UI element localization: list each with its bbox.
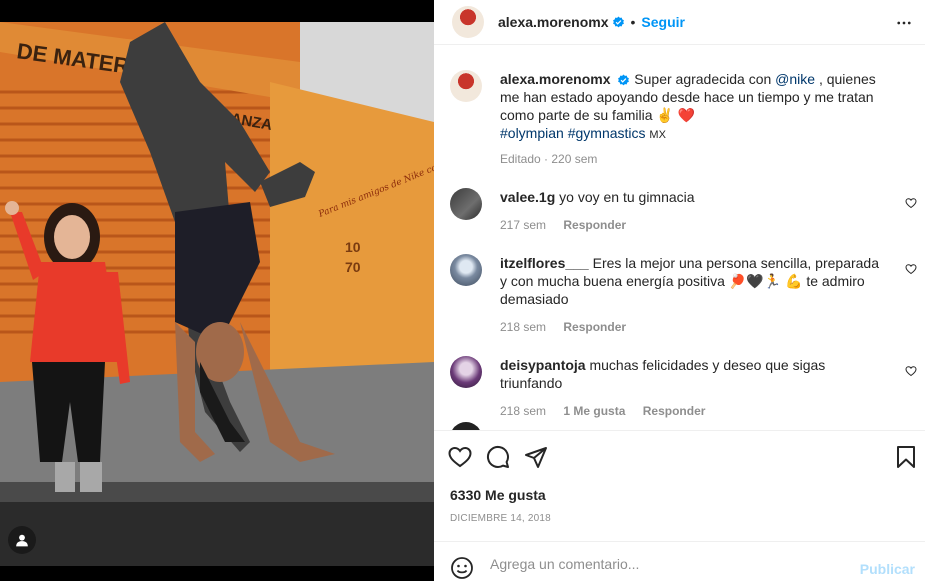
publish-button[interactable]: Publicar — [860, 561, 915, 577]
caption-meta: Editado · 220 sem — [500, 152, 884, 166]
caption-meta-text: Editado · 220 sem — [500, 152, 598, 166]
bookmark-icon[interactable] — [895, 445, 917, 469]
heart-icon[interactable] — [448, 445, 472, 469]
reply-button[interactable]: Responder — [643, 404, 706, 418]
commenter-username[interactable]: itzelflores___ — [500, 255, 589, 271]
comment-age: 217 sem — [500, 218, 547, 232]
commenter-username[interactable]: valee.1g — [500, 189, 555, 205]
post-viewer: 10 70 Para mis amigos de Nike con mucho … — [0, 0, 925, 581]
caption-username[interactable]: alexa.morenomx — [500, 71, 611, 87]
header-separator: • — [630, 14, 636, 30]
post-panel: alexa.morenomx • Seguir alexa.morenomx S… — [434, 0, 925, 581]
commenter-avatar[interactable] — [450, 356, 482, 388]
post-caption: alexa.morenomx Super agradecida con @nik… — [450, 70, 910, 166]
comment-item: deisypantoja muchas felicidades y deseo … — [450, 356, 910, 418]
author-info: alexa.morenomx • Seguir — [498, 14, 685, 30]
hashtags[interactable]: #olympian #gymnastics — [500, 125, 646, 141]
verified-icon — [612, 16, 624, 27]
emoji-icon[interactable] — [450, 556, 474, 580]
comment-likes-count[interactable]: 1 Me gusta — [563, 404, 625, 418]
comment-item: itzelflores___ Eres la mejor una persona… — [450, 254, 910, 334]
commenter-avatar[interactable] — [450, 254, 482, 286]
caption-avatar[interactable] — [450, 70, 482, 102]
commenter-avatar[interactable] — [450, 188, 482, 220]
caption-body-pre: Super agradecida con — [634, 71, 776, 87]
comment-meta: 217 sem Responder — [500, 218, 884, 232]
comment-like-icon[interactable] — [905, 263, 917, 275]
post-photo[interactable]: 10 70 Para mis amigos de Nike con mucho … — [0, 22, 434, 566]
commenter-username[interactable]: deisypantoja — [500, 357, 586, 373]
reply-button[interactable]: Responder — [563, 218, 626, 232]
comment-text: deisypantoja muchas felicidades y deseo … — [500, 356, 884, 392]
caption-text: alexa.morenomx Super agradecida con @nik… — [500, 70, 884, 144]
post-date: DICIEMBRE 14, 2018 — [450, 513, 551, 524]
commenter-avatar[interactable] — [450, 422, 482, 430]
follow-button[interactable]: Seguir — [641, 14, 685, 30]
svg-text:10: 10 — [345, 239, 361, 255]
reply-button[interactable]: Responder — [563, 320, 626, 334]
comment-composer: Publicar — [434, 541, 925, 581]
more-icon[interactable] — [895, 14, 913, 32]
user-tag-icon — [16, 534, 28, 547]
svg-text:70: 70 — [345, 259, 361, 275]
comment-meta: 218 sem 1 Me gusta Responder — [500, 404, 884, 418]
verified-icon — [618, 74, 630, 86]
share-icon[interactable] — [524, 445, 548, 469]
comment-meta: 218 sem Responder — [500, 320, 884, 334]
comment-icon[interactable] — [486, 445, 510, 469]
post-actions: 6330 Me gusta DICIEMBRE 14, 2018 — [434, 430, 925, 541]
comment-text: itzelflores___ Eres la mejor una persona… — [500, 254, 884, 308]
likes-count[interactable]: 6330 Me gusta — [450, 487, 546, 503]
comment-body: yo voy en tu gimnacia — [559, 189, 695, 205]
post-header: alexa.morenomx • Seguir — [434, 0, 925, 45]
location-tag: MX — [649, 129, 666, 141]
mention-link[interactable]: @nike — [775, 71, 815, 87]
comment-age: 218 sem — [500, 320, 547, 334]
photo-illustration: 10 70 Para mis amigos de Nike con mucho … — [0, 22, 434, 566]
comments-list[interactable]: alexa.morenomx Super agradecida con @nik… — [434, 46, 925, 430]
comment-item: valee.1g yo voy en tu gimnacia 217 sem R… — [450, 188, 910, 232]
comment-age: 218 sem — [500, 404, 547, 418]
action-icons — [448, 445, 548, 469]
user-tag-button[interactable] — [8, 526, 36, 554]
author-avatar[interactable] — [452, 6, 484, 38]
comment-like-icon[interactable] — [905, 365, 917, 377]
comment-input[interactable] — [490, 551, 850, 577]
comment-text: valee.1g yo voy en tu gimnacia — [500, 188, 884, 206]
post-media[interactable]: 10 70 Para mis amigos de Nike con mucho … — [0, 0, 434, 581]
author-username[interactable]: alexa.morenomx — [498, 14, 609, 30]
comment-like-icon[interactable] — [905, 197, 917, 209]
